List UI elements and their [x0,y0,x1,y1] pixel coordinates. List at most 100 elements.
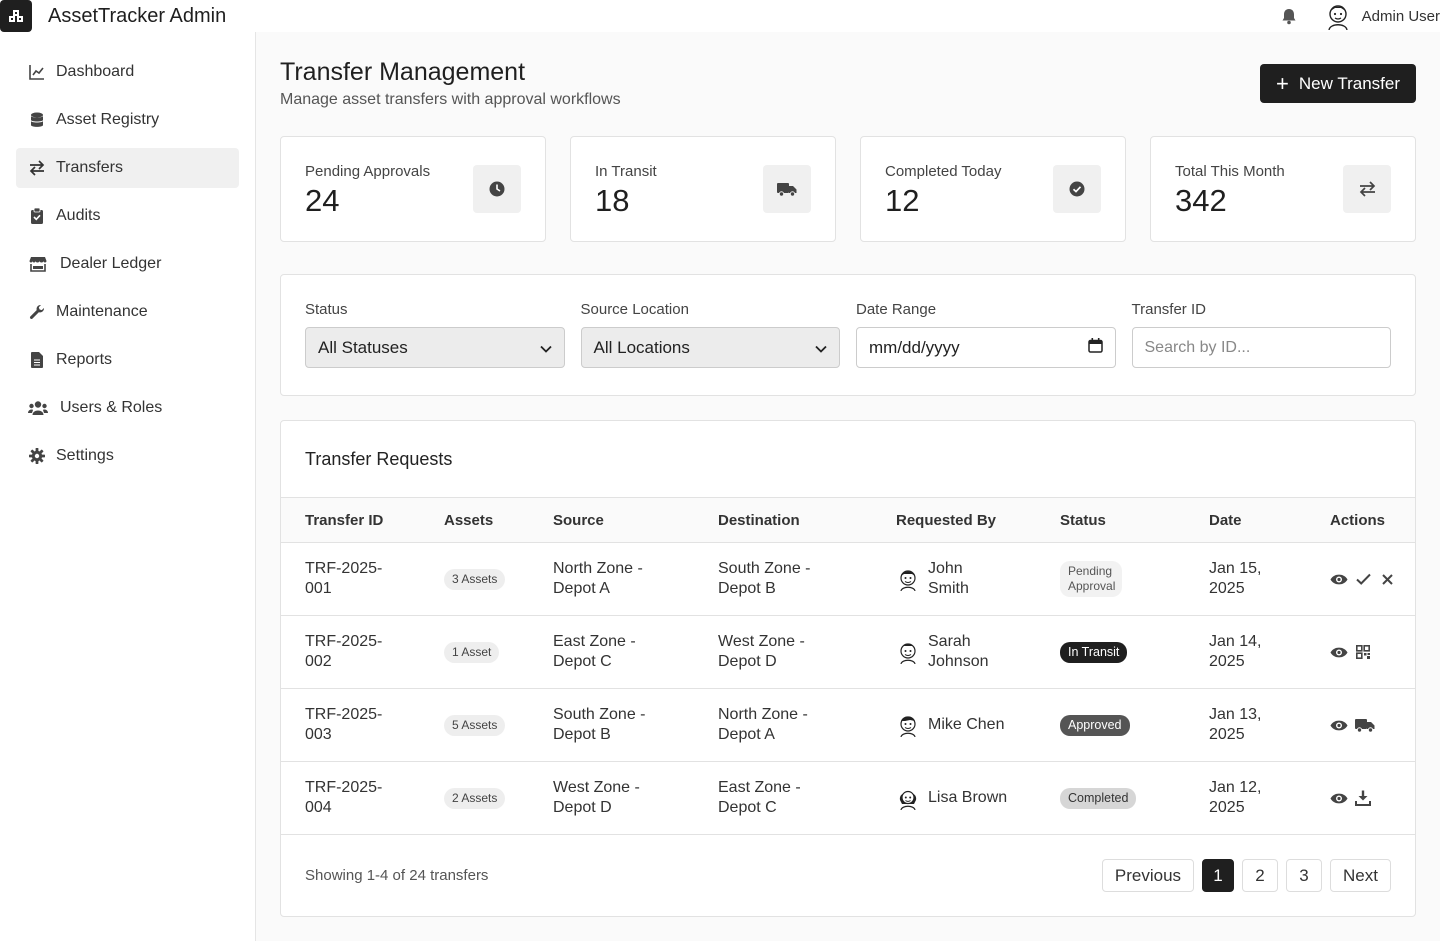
requester-avatar [896,567,920,591]
boxes-icon [0,0,32,32]
next-page-button[interactable]: Next [1330,859,1391,892]
table-row[interactable]: TRF-2025-003 5 Assets South Zone - Depot… [281,688,1415,761]
destination-location: South Zone - Depot B [718,560,811,597]
wrench-icon [28,303,46,321]
truck-icon[interactable] [1354,716,1376,734]
column-header[interactable]: Requested By [896,512,1060,529]
sidebar-item-users-roles[interactable]: Users & Roles [16,388,239,428]
eye-icon[interactable] [1330,716,1348,734]
transfer-id-filter: Transfer ID Search by ID... [1131,275,1391,395]
requester-avatar [896,786,920,810]
eye-icon[interactable] [1330,570,1348,588]
stat-card-pending: Pending Approvals 24 [280,136,546,242]
bell-icon[interactable] [1280,7,1298,25]
assets-badge: 2 Assets [444,787,506,809]
page-button-1[interactable]: 1 [1202,859,1235,892]
sidebar-item-asset-registry[interactable]: Asset Registry [16,100,239,140]
store-icon [28,255,48,273]
sidebar-item-transfers[interactable]: Transfers [16,148,239,188]
transfer-id[interactable]: TRF-2025-001 [305,559,395,599]
source-filter-label: Source Location [580,301,689,318]
stat-card-in-transit: In Transit 18 [570,136,836,242]
clock-icon [473,165,521,213]
sidebar-item-reports[interactable]: Reports [16,340,239,380]
filters-panel: Status All Statuses Source Location All … [280,274,1416,396]
assets-badge: 1 Asset [444,641,500,663]
close-icon[interactable] [1378,570,1396,588]
source-select[interactable]: All Locations [580,327,840,368]
stat-value: 342 [1175,183,1227,218]
status-filter-label: Status [305,301,348,318]
stat-label: Total This Month [1175,163,1285,180]
new-transfer-button[interactable]: + New Transfer [1260,64,1416,103]
sidebar-item-label: Asset Registry [56,111,160,128]
sidebar-item-label: Users & Roles [60,399,163,416]
transfer-date: Jan 12, 2025 [1209,779,1262,816]
source-location: West Zone - Depot D [553,779,640,816]
transfer-date: Jan 15, 2025 [1209,560,1262,597]
destination-location: North Zone - Depot A [718,706,808,743]
page-button-3[interactable]: 3 [1286,859,1323,892]
chevron-down-icon [815,338,827,358]
download-icon[interactable] [1354,789,1372,807]
sidebar-item-dealer-ledger[interactable]: Dealer Ledger [16,244,239,284]
eye-icon[interactable] [1330,789,1348,807]
page-button-2[interactable]: 2 [1242,859,1279,892]
app-title: AssetTracker Admin [48,4,227,27]
database-icon [28,111,46,129]
main-content: Transfer Management Manage asset transfe… [256,32,1440,941]
requester-name: Mike Chen [928,716,1005,733]
sidebar-item-label: Audits [56,207,101,224]
eye-icon[interactable] [1330,643,1348,661]
transfer-id[interactable]: TRF-2025-003 [305,705,395,745]
destination-location: West Zone - Depot D [718,633,805,670]
transfer-id[interactable]: TRF-2025-002 [305,632,395,672]
column-header[interactable]: Assets [444,512,553,529]
previous-page-button[interactable]: Previous [1101,859,1195,892]
transfer-id-placeholder: Search by ID... [1144,338,1251,356]
column-header[interactable]: Transfer ID [281,512,444,529]
sidebar-item-label: Maintenance [56,303,148,320]
requester-avatar [896,713,920,737]
sidebar-item-audits[interactable]: Audits [16,196,239,236]
plus-icon: + [1276,70,1289,96]
transfer-requests-table: Transfer Requests Transfer ID Assets Sou… [280,420,1416,917]
table-header-row: Transfer ID Assets Source Destination Re… [281,497,1415,542]
pagination: Previous 1 2 3 Next [1101,859,1391,892]
date-input-value: mm/dd/yyyy [869,337,960,357]
table-footer: Showing 1-4 of 24 transfers Previous 1 2… [281,834,1415,917]
sidebar-item-maintenance[interactable]: Maintenance [16,292,239,332]
column-header[interactable]: Status [1060,512,1209,529]
transfer-id-filter-label: Transfer ID [1131,301,1206,318]
column-header[interactable]: Date [1209,512,1330,529]
status-badge: Approved [1060,714,1130,736]
table-row[interactable]: TRF-2025-002 1 Asset East Zone - Depot C… [281,615,1415,688]
transfer-id-search-input[interactable]: Search by ID... [1131,327,1391,368]
status-filter: Status All Statuses [305,275,565,395]
qrcode-icon[interactable] [1354,643,1372,661]
column-header[interactable]: Destination [718,512,896,529]
stat-label: In Transit [595,163,657,180]
source-location: North Zone - Depot A [553,560,643,597]
header-user-area: Admin User [1280,0,1440,32]
status-badge: Pending Approval [1060,561,1122,597]
date-input[interactable]: mm/dd/yyyy [856,327,1116,368]
column-header: Actions [1330,511,1386,529]
table-row[interactable]: TRF-2025-004 2 Assets West Zone - Depot … [281,761,1415,834]
table-row[interactable]: TRF-2025-001 3 Assets North Zone - Depot… [281,542,1415,615]
date-filter: Date Range mm/dd/yyyy [856,275,1116,395]
user-avatar[interactable] [1323,2,1352,30]
chart-line-icon [28,63,46,81]
page-header: Transfer Management Manage asset transfe… [280,32,1416,136]
source-location: South Zone - Depot B [553,706,646,743]
check-icon[interactable] [1354,570,1372,588]
sidebar-item-settings[interactable]: Settings [16,436,239,476]
status-badge: Completed [1060,787,1137,809]
transfer-id[interactable]: TRF-2025-004 [305,778,395,818]
user-name[interactable]: Admin User [1362,8,1440,25]
calendar-icon[interactable] [1087,337,1103,358]
column-header[interactable]: Source [553,512,718,529]
status-select[interactable]: All Statuses [305,327,565,368]
stat-value: 24 [305,183,340,218]
sidebar-item-dashboard[interactable]: Dashboard [16,52,239,92]
